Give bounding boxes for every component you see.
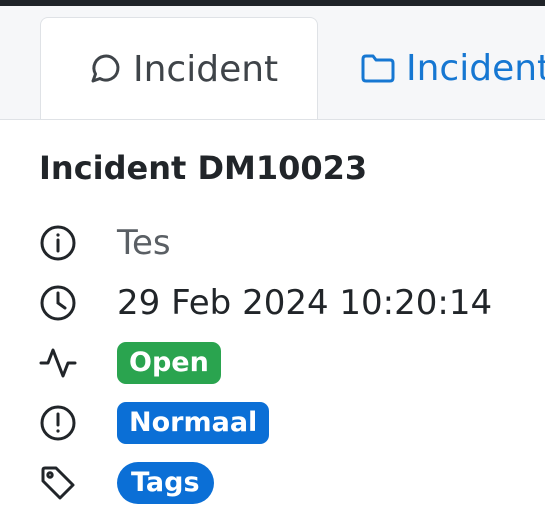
incident-details: Incident DM10023 Tes 29 Feb 2024 10:20:1… xyxy=(39,140,545,504)
priority-row: Normaal xyxy=(39,398,270,448)
priority-badge: Normaal xyxy=(117,402,270,444)
tab-incident-details[interactable]: Incident xyxy=(40,17,318,119)
chat-bubble-icon xyxy=(87,51,123,87)
tab-bar: Incident Incident xyxy=(0,6,545,120)
description-row: Tes xyxy=(39,218,171,268)
info-icon xyxy=(39,224,77,262)
status-row: Open xyxy=(39,338,221,388)
datetime-text: 29 Feb 2024 10:20:14 xyxy=(117,283,493,323)
tag-icon xyxy=(39,464,77,502)
status-badge: Open xyxy=(117,342,221,384)
datetime-row: 29 Feb 2024 10:20:14 xyxy=(39,278,492,328)
folder-icon xyxy=(360,50,396,86)
tab-incident-folder[interactable]: Incident xyxy=(360,17,545,119)
alert-circle-icon xyxy=(39,404,77,442)
tab-label: Incident xyxy=(406,47,545,89)
tags-badge[interactable]: Tags xyxy=(117,462,214,504)
description-text: Tes xyxy=(117,223,171,263)
tab-label: Incident xyxy=(133,48,279,90)
page-title: Incident DM10023 xyxy=(39,149,368,187)
activity-icon xyxy=(39,344,77,382)
clock-icon xyxy=(39,284,77,322)
tags-row: Tags xyxy=(39,458,214,508)
